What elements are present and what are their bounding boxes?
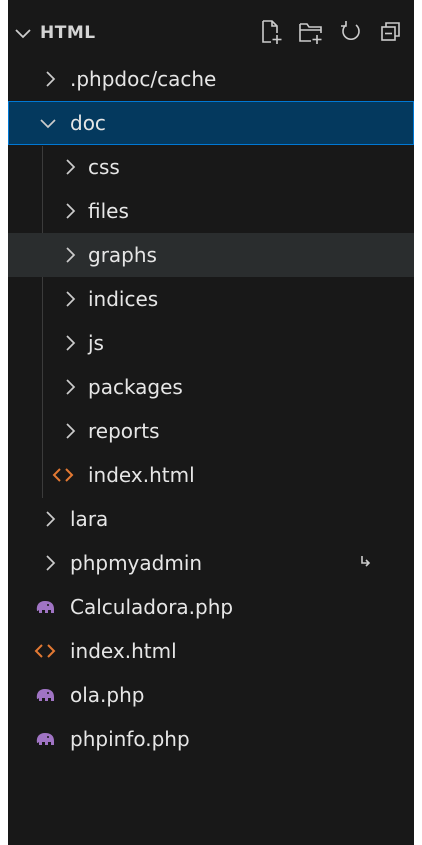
html-file-icon xyxy=(34,644,56,658)
tree-item-ola-php[interactable]: ola.php xyxy=(8,673,414,717)
tree-item-css[interactable]: css xyxy=(8,145,414,189)
php-elephant-icon xyxy=(36,601,54,613)
tree-item-label: ola.php xyxy=(70,683,145,707)
refresh-icon[interactable] xyxy=(338,18,364,46)
tree-item-graphs[interactable]: graphs xyxy=(8,233,414,277)
tree-item-label: indices xyxy=(88,287,159,311)
tree-item-doc[interactable]: doc xyxy=(8,101,414,145)
tree-item-packages[interactable]: packages xyxy=(8,365,414,409)
chevron-right-icon xyxy=(66,247,76,263)
chevron-right-icon xyxy=(66,335,76,351)
chevron-right-icon xyxy=(66,203,76,219)
tree-item-indices[interactable]: indices xyxy=(8,277,414,321)
tree-item-label: lara xyxy=(70,507,109,531)
chevron-right-icon xyxy=(46,511,56,527)
new-folder-icon[interactable] xyxy=(298,18,324,46)
php-elephant-icon xyxy=(36,733,54,745)
tree-item-phpmyadmin[interactable]: phpmyadmin xyxy=(8,541,414,585)
chevron-down-icon[interactable] xyxy=(12,22,34,44)
collapse-all-icon[interactable] xyxy=(378,18,404,46)
tree-item-lara[interactable]: lara xyxy=(8,497,414,541)
chevron-down-icon xyxy=(40,119,56,129)
tree-item-label: graphs xyxy=(88,243,157,267)
tree-item-label: js xyxy=(88,331,104,355)
tree-item-label: reports xyxy=(88,419,160,443)
tree-item-js[interactable]: js xyxy=(8,321,414,365)
tree-item-label: css xyxy=(88,155,120,179)
tree-item-label: index.html xyxy=(70,639,177,663)
explorer-actions xyxy=(258,18,404,46)
tree-item-doc-index-html[interactable]: index.html xyxy=(8,453,414,497)
chevron-right-icon xyxy=(66,159,76,175)
tree-item-label: Calculadora.php xyxy=(70,595,234,619)
php-elephant-icon xyxy=(36,689,54,701)
tree-item-calculadora-php[interactable]: Calculadora.php xyxy=(8,585,414,629)
tree-item-label: .phpdoc/cache xyxy=(70,67,217,91)
tree-item-label: files xyxy=(88,199,129,223)
tree-item-phpinfo-php[interactable]: phpinfo.php xyxy=(8,717,414,761)
tree-item-label: doc xyxy=(70,111,106,135)
tree-item-label: index.html xyxy=(88,463,195,487)
tree-item-label: phpmyadmin xyxy=(70,551,203,575)
tree-item-reports[interactable]: reports xyxy=(8,409,414,453)
chevron-right-icon xyxy=(46,555,56,571)
chevron-right-icon xyxy=(66,379,76,395)
new-file-icon[interactable] xyxy=(258,18,284,46)
html-file-icon xyxy=(52,468,74,482)
symlink-arrow-icon xyxy=(361,556,371,567)
chevron-right-icon xyxy=(66,423,76,439)
tree-item-label: phpinfo.php xyxy=(70,727,190,751)
explorer-title: HTML xyxy=(40,23,96,43)
file-explorer: HTML .phpdoc/cache doc css files graphs … xyxy=(8,0,414,845)
tree-item-index-html[interactable]: index.html xyxy=(8,629,414,673)
tree-item-phpdoc-cache[interactable]: .phpdoc/cache xyxy=(8,57,414,101)
tree-item-label: packages xyxy=(88,375,183,399)
tree-item-files[interactable]: files xyxy=(8,189,414,233)
chevron-right-icon xyxy=(66,291,76,307)
chevron-right-icon xyxy=(46,71,56,87)
